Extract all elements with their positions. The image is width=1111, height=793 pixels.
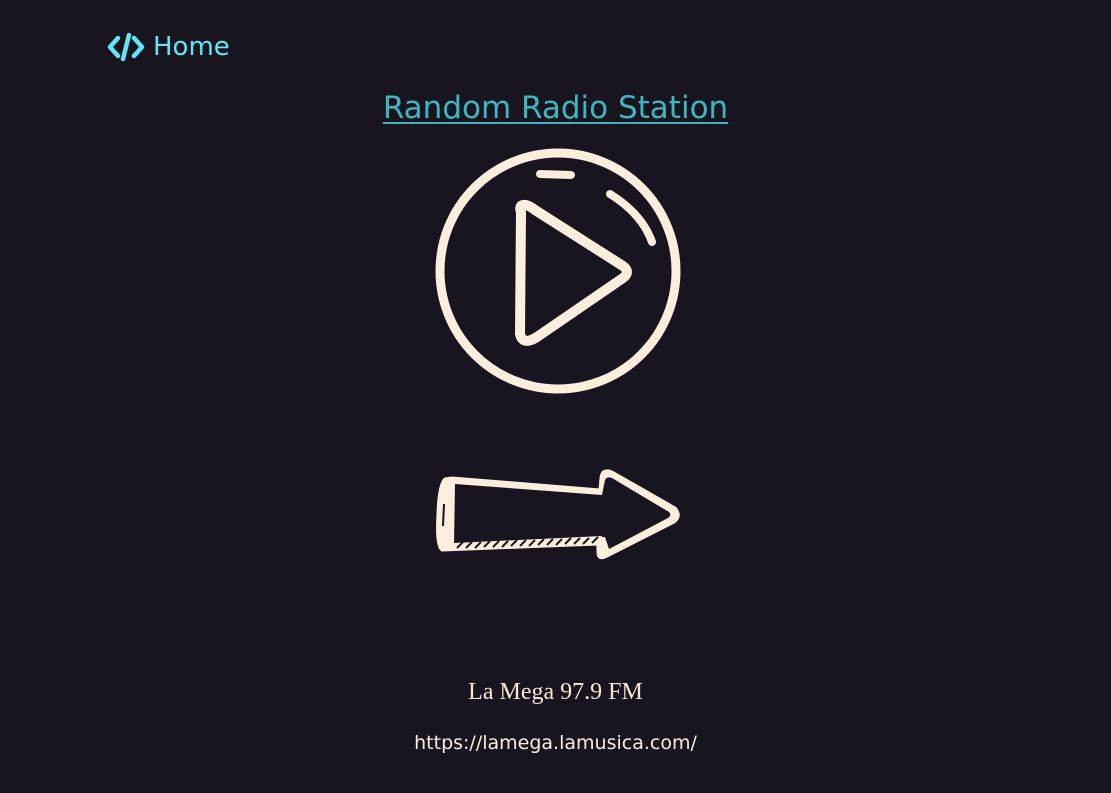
next-station-button[interactable] [432,464,684,564]
arrow-right-icon [436,469,680,560]
station-url: https://lamega.lamusica.com/ [0,729,1111,757]
station-name: La Mega 97.9 FM [468,679,643,705]
play-circle-icon [435,148,681,394]
home-link-label: Home [153,32,230,62]
code-icon [107,32,145,62]
home-link[interactable]: Home [107,30,230,64]
play-button[interactable] [430,146,684,400]
page-title: Random Radio Station [0,88,1111,128]
page-title-link[interactable]: Random Radio Station [383,90,728,126]
station-url-link[interactable]: https://lamega.lamusica.com/ [414,732,697,754]
